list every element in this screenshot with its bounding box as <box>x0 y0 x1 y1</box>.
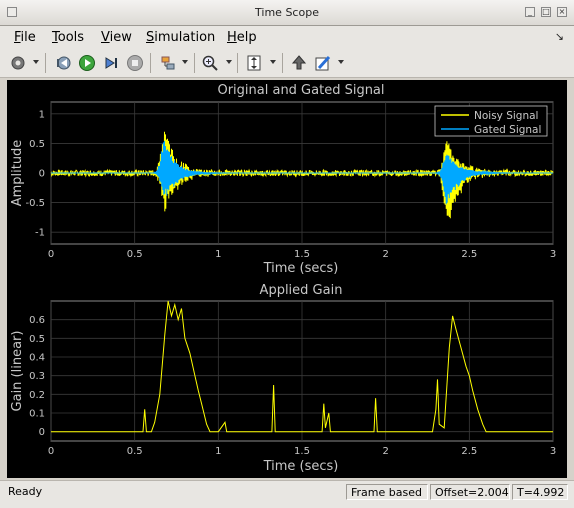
y-tick-label: 0.1 <box>29 409 45 420</box>
status-bar: Ready Frame based Offset=2.004 T=4.992 <box>0 480 574 508</box>
menu-view[interactable]: View <box>101 30 132 45</box>
step-forward-icon[interactable] <box>102 54 120 72</box>
y-tick-label: 0 <box>39 427 45 438</box>
y-tick-label: 0.5 <box>29 334 45 345</box>
scale-dropdown-icon[interactable] <box>270 60 276 64</box>
toolbar-separator <box>45 53 46 73</box>
scope-plots: Original and Gated Signal 0 0.5 1 1.5 2 2.5 3 1… <box>10 83 556 474</box>
style-dropdown-icon[interactable] <box>338 60 344 64</box>
y-tick-label: 0.4 <box>29 353 45 364</box>
menu-simulation[interactable]: Simulation <box>146 30 215 45</box>
chart-title: Applied Gain <box>260 283 343 298</box>
x-tick-label: 1 <box>215 446 221 457</box>
legend-label-noisy: Noisy Signal <box>474 110 538 122</box>
x-tick-label: 2.5 <box>461 249 477 260</box>
chart-title: Original and Gated Signal <box>217 83 384 98</box>
zoom-dropdown-icon[interactable] <box>226 60 232 64</box>
menu-file[interactable]: File <box>14 30 36 45</box>
y-axis-label: Gain (linear) <box>10 331 25 412</box>
step-back-icon[interactable] <box>54 54 72 72</box>
status-offset: Offset=2.004 <box>430 484 510 500</box>
x-axis-label: Time (secs) <box>263 261 339 276</box>
x-axis-label: Time (secs) <box>263 459 339 474</box>
toolbar-separator <box>150 53 151 73</box>
y-tick-label: 0.3 <box>29 371 45 382</box>
x-tick-label: 2 <box>382 446 388 457</box>
gear-dropdown-icon[interactable] <box>33 60 39 64</box>
x-tick-label: 3 <box>550 249 556 260</box>
style-edit-icon[interactable] <box>314 54 332 72</box>
status-frame-mode: Frame based <box>346 484 428 500</box>
x-tick-label: 3 <box>550 446 556 457</box>
x-tick-label: 2 <box>382 249 388 260</box>
window-title: Time Scope <box>255 6 319 19</box>
y-tick-label: 0 <box>39 169 45 180</box>
x-tick-label: 2.5 <box>461 446 477 457</box>
undock-icon[interactable]: ↘ <box>555 30 564 43</box>
x-tick-label: 0 <box>48 249 54 260</box>
gear-icon[interactable] <box>9 54 27 72</box>
menu-tools[interactable]: Tools <box>52 30 84 45</box>
highlight-icon[interactable] <box>159 54 177 72</box>
x-tick-label: 0 <box>48 446 54 457</box>
status-ready: Ready <box>8 485 43 498</box>
x-tick-label: 1.5 <box>294 446 310 457</box>
y-tick-label: -0.5 <box>25 198 45 209</box>
y-tick-label: 1 <box>39 109 45 120</box>
legend-label-gated: Gated Signal <box>474 124 541 136</box>
y-axis-label: Amplitude <box>10 140 25 207</box>
scope-display[interactable]: Original and Gated Signal 0 0.5 1 1.5 2 2.5 3 1… <box>7 80 567 478</box>
restore-view-icon[interactable] <box>290 54 308 72</box>
toolbar-separator <box>282 53 283 73</box>
maximize-icon[interactable]: □ <box>541 7 551 17</box>
y-tick-label: 0.6 <box>29 315 45 326</box>
zoom-in-icon[interactable] <box>201 54 219 72</box>
title-bar: Time Scope _ □ × <box>0 0 574 26</box>
highlight-dropdown-icon[interactable] <box>182 60 188 64</box>
toolbar-separator <box>237 53 238 73</box>
x-tick-label: 0.5 <box>127 249 143 260</box>
menu-bar: File Tools View Simulation Help ↘ <box>0 26 574 48</box>
close-icon[interactable]: × <box>557 7 567 17</box>
y-tick-label: 0.5 <box>29 139 45 150</box>
toolbar-separator <box>194 53 195 73</box>
y-tick-label: -1 <box>35 228 45 239</box>
y-tick-label: 0.2 <box>29 390 45 401</box>
stop-icon[interactable] <box>126 54 144 72</box>
x-tick-label: 1 <box>215 249 221 260</box>
scale-axes-icon[interactable] <box>245 54 263 72</box>
x-tick-label: 1.5 <box>294 249 310 260</box>
menu-help[interactable]: Help <box>227 30 257 45</box>
x-tick-label: 0.5 <box>127 446 143 457</box>
run-icon[interactable] <box>78 54 96 72</box>
status-time: T=4.992 <box>512 484 568 500</box>
legend[interactable]: Noisy Signal Gated Signal <box>434 105 548 137</box>
toolbar <box>0 48 574 78</box>
minimize-icon[interactable]: _ <box>525 7 535 17</box>
